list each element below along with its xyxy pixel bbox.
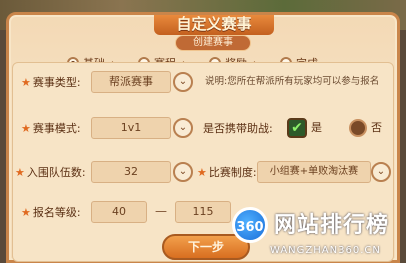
assist-yes-label: 是 [311, 121, 322, 134]
chevron-down-icon[interactable]: ⌄ [371, 162, 391, 182]
row-event-type: ★ 赛事类型: 帮派赛事 ⌄ 说明:您所在帮派所有玩家均可以参与报名 [13, 71, 393, 97]
star-icon: ★ [21, 122, 31, 135]
row-teams: ★ 入围队伍数: 32 ⌄ ★ 比赛制度: 小组赛+单败淘汰赛 ⌄ [13, 161, 393, 187]
watermark-url: WANGZHAN360.CN [270, 245, 381, 256]
teams-select[interactable]: 32 [91, 161, 171, 183]
event-mode-label: ★ 赛事模式: [21, 122, 81, 135]
row-event-mode: ★ 赛事模式: 1v1 ⌄ 是否携带助战: ✔ 是 否 [13, 117, 393, 143]
assist-label: 是否携带助战: [203, 122, 273, 135]
level-label: ★ 报名等级: [21, 206, 81, 219]
assist-no-label: 否 [371, 121, 382, 134]
star-icon: ★ [15, 166, 25, 179]
system-label: ★ 比赛制度: [197, 166, 257, 179]
star-icon: ★ [21, 76, 31, 89]
watermark-text: 网站排行榜 [274, 213, 390, 238]
watermark: 360 网站排行榜 WANGZHAN360.CN [232, 205, 406, 263]
event-type-select[interactable]: 帮派赛事 [91, 71, 171, 93]
event-type-description: 说明:您所在帮派所有玩家均可以参与报名 [205, 76, 380, 87]
event-type-label: ★ 赛事类型: [21, 76, 81, 89]
level-range-dash: — [155, 204, 167, 218]
level-max-input[interactable]: 115 [175, 201, 231, 223]
watermark-logo-icon: 360 [232, 207, 268, 243]
event-mode-select[interactable]: 1v1 [91, 117, 171, 139]
level-min-input[interactable]: 40 [91, 201, 147, 223]
panel-subtitle: 创建赛事 [175, 35, 251, 51]
star-icon: ★ [197, 166, 207, 179]
chevron-down-icon[interactable]: ⌄ [173, 72, 193, 92]
star-icon: ★ [21, 206, 31, 219]
assist-no-radio[interactable] [349, 119, 367, 137]
teams-label: ★ 入围队伍数: [15, 166, 86, 179]
chevron-down-icon[interactable]: ⌄ [173, 162, 193, 182]
assist-yes-checkbox[interactable]: ✔ [287, 118, 307, 138]
system-select[interactable]: 小组赛+单败淘汰赛 [257, 161, 371, 183]
panel-title: 自定义赛事 [154, 15, 274, 35]
chevron-down-icon[interactable]: ⌄ [173, 118, 193, 138]
